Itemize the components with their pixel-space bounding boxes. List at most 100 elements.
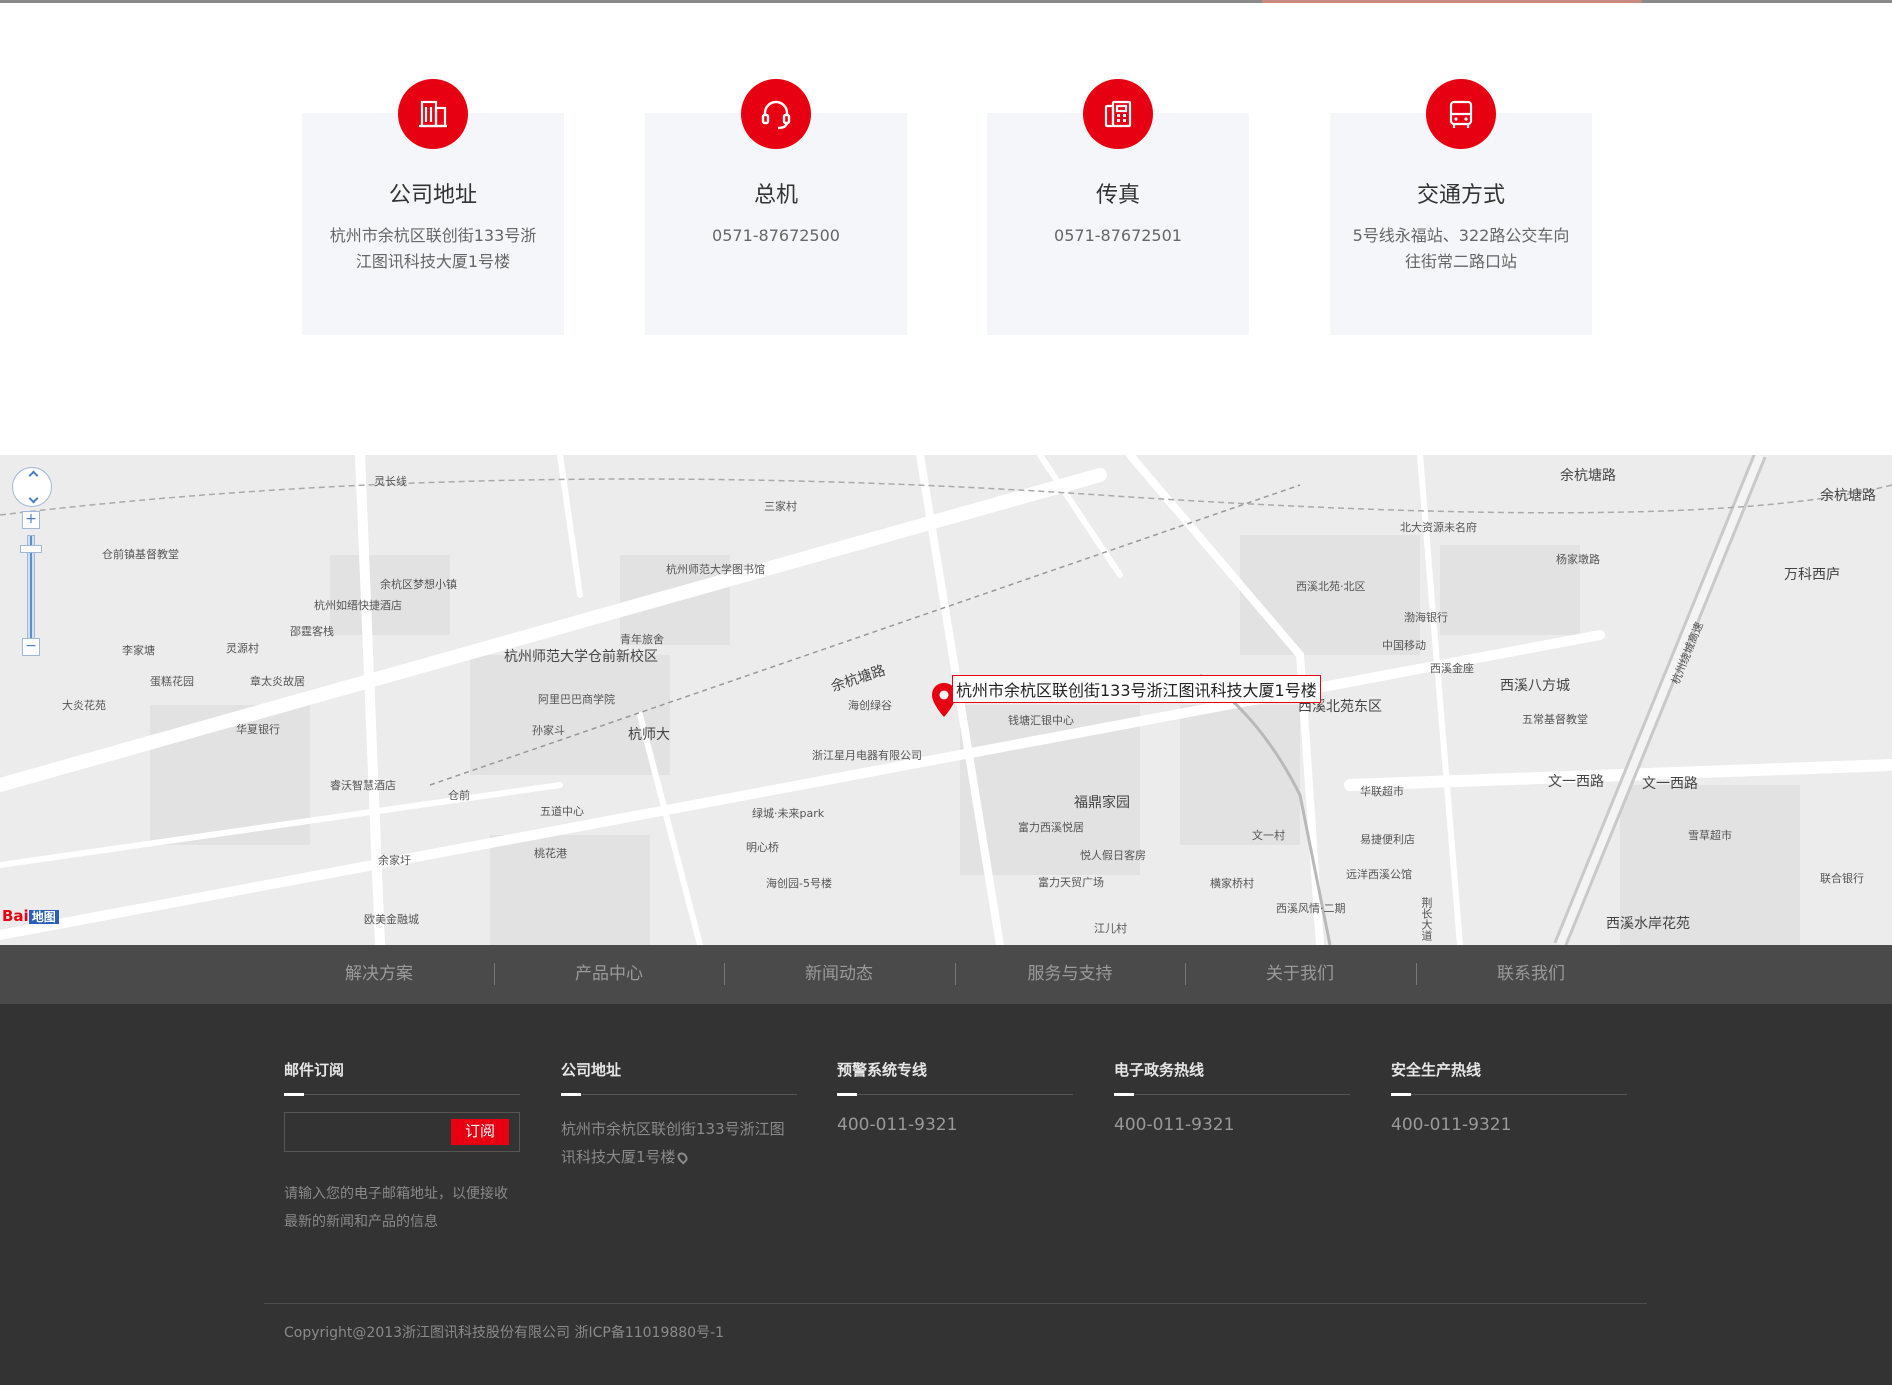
zoom-in-button[interactable]: + [22,511,40,529]
card-title: 总机 [753,183,798,208]
card-title: 公司地址 [388,183,477,208]
map-label: 北大资源未名府 [1400,521,1477,534]
map-pan-control[interactable] [12,467,52,507]
card-phone: 总机 0571-87672500 [645,79,907,335]
phone-number: 400-011-9321 [1391,1115,1512,1135]
map-label: 灵长线 [374,475,407,488]
bus-icon [1426,79,1496,149]
footer-divider [264,1303,1647,1304]
map-label: 阿里巴巴商学院 [538,693,615,706]
map-label: 睿沃智慧酒店 [330,779,396,792]
phone-number: 400-011-9321 [837,1115,958,1135]
map-label: 文一村 [1252,829,1285,842]
copyright-text: Copyright@2013浙江图讯科技股份有限公司 浙ICP备11019880… [284,1325,725,1341]
footer-heading: 安全生产热线 [1391,1059,1627,1096]
map-label: 远洋西溪公馆 [1346,868,1412,881]
map-label: 五常基督教堂 [1522,713,1588,726]
nav-products[interactable]: 产品中心 [494,945,724,1004]
nav-solutions[interactable]: 解决方案 [264,945,494,1004]
map-label: 青年旅舍 [620,633,664,646]
map-label: 联合银行 [1820,872,1864,885]
card-text: 5号线永福站、322路公交车向往街常二路口站 [1352,226,1570,271]
map-label: 横家桥村 [1210,877,1254,890]
location-pin-icon [674,1150,690,1165]
footer-heading: 预警系统专线 [837,1059,1073,1096]
footer-heading: 公司地址 [561,1059,797,1096]
map-label: 余杭塘路 [1560,468,1616,484]
map-label: 李家塘 [122,644,155,657]
footer-warning-line: 预警系统专线 400-011-9321 [837,1059,1073,1135]
email-input[interactable] [289,1117,439,1147]
footer-egov-line: 电子政务热线 400-011-9321 [1114,1059,1350,1135]
nav-about[interactable]: 关于我们 [1185,945,1415,1004]
zoom-slider-knob[interactable] [20,545,42,553]
subscribe-note: 请输入您的电子邮箱地址，以便接收最新的新闻和产品的信息 [284,1186,508,1230]
map-label: 孙家斗 [532,724,565,737]
footer-subscribe: 邮件订阅 订阅 请输入您的电子邮箱地址，以便接收最新的新闻和产品的信息 [284,1059,520,1236]
footer-address: 公司地址 杭州市余杭区联创街133号浙江图讯科技大厦1号楼 [561,1059,797,1171]
nav-news[interactable]: 新闻动态 [724,945,954,1004]
phone-number: 400-011-9321 [1114,1115,1235,1135]
map-label: 浙江星月电器有限公司 [812,749,922,762]
footer-heading: 电子政务热线 [1114,1059,1350,1096]
map-label: 雪草超市 [1688,829,1732,842]
card-transport: 交通方式 5号线永福站、322路公交车向往街常二路口站 [1330,79,1592,335]
subscribe-button[interactable]: 订阅 [451,1119,509,1145]
map-label: 华夏银行 [236,723,280,736]
map-label: 蛋糕花园 [150,675,194,688]
card-text: 0571-87672500 [712,226,840,245]
map-label: 绿城·未来park [752,807,825,820]
zoom-out-button[interactable]: − [22,638,40,656]
fax-icon [1083,79,1153,149]
map-label: 易捷便利店 [1360,833,1415,846]
map-label: 灵源村 [226,642,259,655]
map-label: 文一西路 [1548,774,1604,790]
address-text: 杭州市余杭区联创街133号浙江图讯科技大厦1号楼 [561,1115,797,1171]
map-label: 海创园-5号楼 [766,877,832,890]
map-label: 福鼎家园 [1074,795,1130,811]
map-label: 三家村 [764,500,797,513]
footer-nav: 解决方案 产品中心 新闻动态 服务与支持 关于我们 联系我们 [0,945,1892,1004]
map-label: 余家圩 [378,854,411,867]
map-label: 文一西路 [1642,776,1698,792]
map-label: 万科西庐 [1784,567,1840,583]
map-label: 西溪八方城 [1500,678,1570,694]
map-label: 钱塘汇银中心 [1008,714,1074,727]
baidu-logo-text: Bai [2,907,29,925]
card-title: 传真 [1095,183,1140,208]
map-label: 欧美金融城 [364,913,419,926]
map-label: 杨家墩路 [1556,553,1600,566]
baidu-map[interactable]: 灵长线 三家村 仓前镇基督教堂 杭州师范大学图书馆 余杭区梦想小镇 杭州如缙快捷… [0,455,1892,945]
map-label: 富力天贸广场 [1038,876,1104,889]
footer-safety-line: 安全生产热线 400-011-9321 [1391,1059,1627,1135]
map-label: 悦人假日客房 [1080,849,1146,862]
map-label: 中国移动 [1382,639,1426,652]
map-label: 荆长大道 [1420,897,1433,941]
map-label: 西溪金座 [1430,662,1474,675]
card-address: 公司地址 杭州市余杭区联创街133号浙江图讯科技大厦1号楼 [302,79,564,335]
card-text: 0571-87672501 [1054,226,1182,245]
map-label: 海创绿谷 [848,699,892,712]
subscribe-form: 订阅 [284,1112,520,1152]
map-label: 杭州师范大学图书馆 [666,563,765,576]
map-label: 明心桥 [746,841,779,854]
footer-heading: 邮件订阅 [284,1059,520,1096]
map-label: 富力西溪悦居 [1018,821,1084,834]
map-info-label[interactable]: 杭州市余杭区联创街133号浙江图讯科技大厦1号楼 [952,675,1321,703]
footer: 邮件订阅 订阅 请输入您的电子邮箱地址，以便接收最新的新闻和产品的信息 公司地址… [0,1004,1892,1385]
baidu-map-logo[interactable]: Bai 地图 [2,907,78,937]
nav-contact[interactable]: 联系我们 [1416,945,1646,1004]
card-title: 交通方式 [1416,183,1505,208]
map-label: 大炎花苑 [62,699,106,712]
map-label: 西溪北苑·北区 [1296,580,1366,593]
map-label: 余杭区梦想小镇 [380,578,457,591]
map-label: 邵霆客栈 [290,625,334,638]
map-label: 五道中心 [540,805,584,818]
building-icon [398,79,468,149]
map-label: 西溪风情·二期 [1276,902,1346,915]
map-label: 西溪水岸花苑 [1606,916,1690,932]
address-value: 杭州市余杭区联创街133号浙江图讯科技大厦1号楼 [561,1120,785,1166]
headset-icon [741,79,811,149]
contact-cards: 公司地址 杭州市余杭区联创街133号浙江图讯科技大厦1号楼 总机 0571-87… [0,0,1892,455]
nav-service[interactable]: 服务与支持 [955,945,1185,1004]
